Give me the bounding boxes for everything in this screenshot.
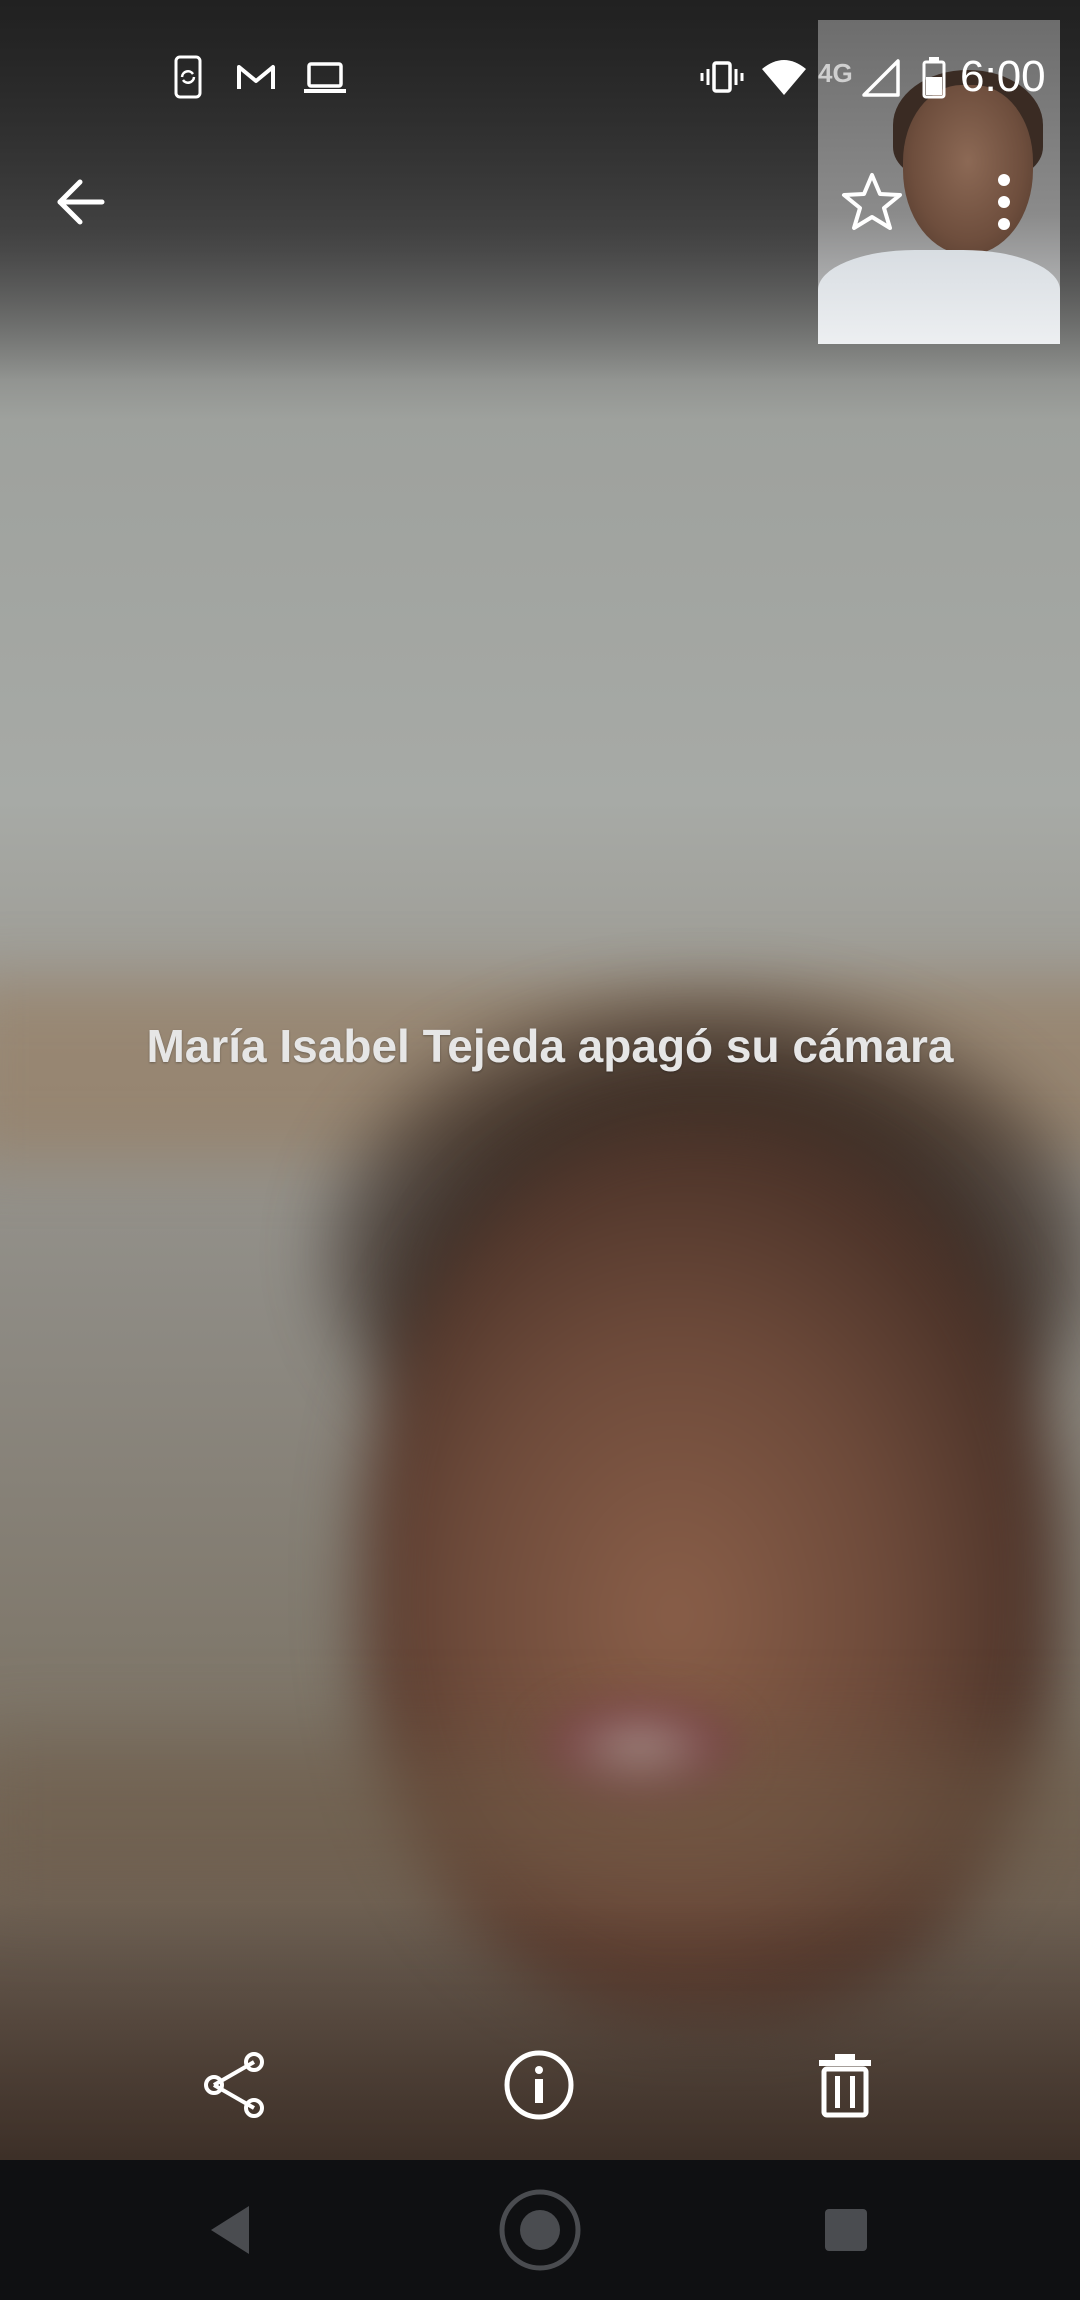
wifi-icon xyxy=(760,55,808,99)
more-vert-icon xyxy=(998,174,1010,230)
back-triangle-icon xyxy=(211,2206,249,2254)
laptop-icon xyxy=(302,55,348,99)
info-icon xyxy=(504,2050,574,2120)
status-bar: 4G 6:00 xyxy=(0,0,1080,160)
nav-recents-button[interactable] xyxy=(796,2180,896,2280)
battery-icon xyxy=(920,55,948,99)
arrow-back-icon xyxy=(57,179,105,225)
gmail-icon xyxy=(234,55,278,99)
vibrate-icon xyxy=(700,55,744,99)
signal-icon xyxy=(860,55,904,99)
nav-back-button[interactable] xyxy=(180,2180,280,2280)
delete-icon xyxy=(819,2054,871,2118)
favorite-button[interactable] xyxy=(832,162,912,242)
nav-home-button[interactable] xyxy=(490,2180,590,2280)
camera-off-message: María Isabel Tejeda apagó su cámara xyxy=(146,1020,954,1072)
home-circle-icon xyxy=(499,2189,581,2271)
star-outline-icon xyxy=(842,173,902,230)
share-button[interactable] xyxy=(190,2040,280,2130)
info-button[interactable] xyxy=(494,2040,584,2130)
phone-sync-icon xyxy=(168,55,208,99)
delete-button[interactable] xyxy=(800,2040,890,2130)
status-time: 6:00 xyxy=(960,52,1046,101)
share-icon xyxy=(204,2052,264,2118)
network-type-label: 4G xyxy=(818,58,853,88)
system-navigation-bar xyxy=(0,2160,1080,2300)
more-options-button[interactable] xyxy=(964,162,1044,242)
back-button[interactable] xyxy=(40,162,120,242)
recents-square-icon xyxy=(825,2209,867,2251)
